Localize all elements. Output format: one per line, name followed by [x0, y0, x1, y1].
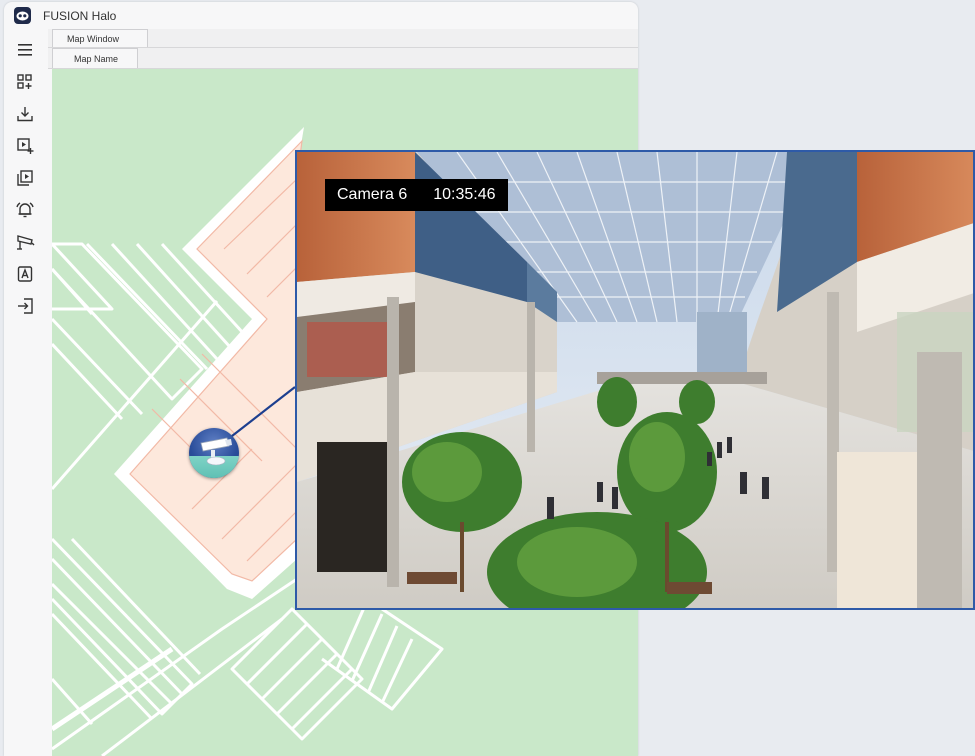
tab-map-name-label: Map Name	[74, 53, 119, 64]
camera-video-feed	[297, 152, 973, 608]
camera-marker[interactable]	[189, 428, 239, 478]
app-logo-icon	[14, 7, 31, 24]
menu-icon	[18, 44, 32, 56]
add-widget-icon	[17, 74, 32, 89]
download-icon	[17, 107, 33, 122]
playlist-icon	[17, 170, 33, 186]
tab-map-window[interactable]: Map Window	[52, 29, 148, 47]
cameras-button[interactable]	[12, 229, 38, 255]
text-button[interactable]	[12, 261, 38, 287]
camera-name: Camera 6	[337, 186, 408, 203]
playlist-button[interactable]	[12, 165, 38, 191]
add-video-button[interactable]	[12, 133, 38, 159]
title-bar: FUSION Halo	[4, 2, 638, 29]
app-title: FUSION Halo	[43, 8, 117, 23]
menu-button[interactable]	[12, 37, 38, 63]
camera-video-popup[interactable]: Camera 6 10:35:46	[295, 150, 975, 610]
tab-map-window-label: Map Window	[67, 33, 120, 44]
sign-in-button[interactable]	[12, 293, 38, 319]
tab-map-name[interactable]: Map Name	[52, 48, 138, 68]
alarm-bell-icon	[16, 202, 34, 218]
camera-marker-icon	[200, 437, 232, 466]
sign-in-icon	[18, 298, 33, 314]
text-frame-icon	[17, 266, 33, 282]
camera-icon	[17, 235, 35, 250]
add-video-icon	[17, 138, 34, 154]
map-tab-bar: Map Name	[48, 48, 638, 69]
add-widget-button[interactable]	[12, 69, 38, 95]
download-button[interactable]	[12, 101, 38, 127]
camera-timestamp: 10:35:46	[433, 186, 496, 203]
sidebar	[4, 29, 48, 756]
camera-overlay-label: Camera 6 10:35:46	[325, 179, 508, 211]
alarms-button[interactable]	[12, 197, 38, 223]
window-tab-bar: Map Window	[48, 29, 638, 48]
